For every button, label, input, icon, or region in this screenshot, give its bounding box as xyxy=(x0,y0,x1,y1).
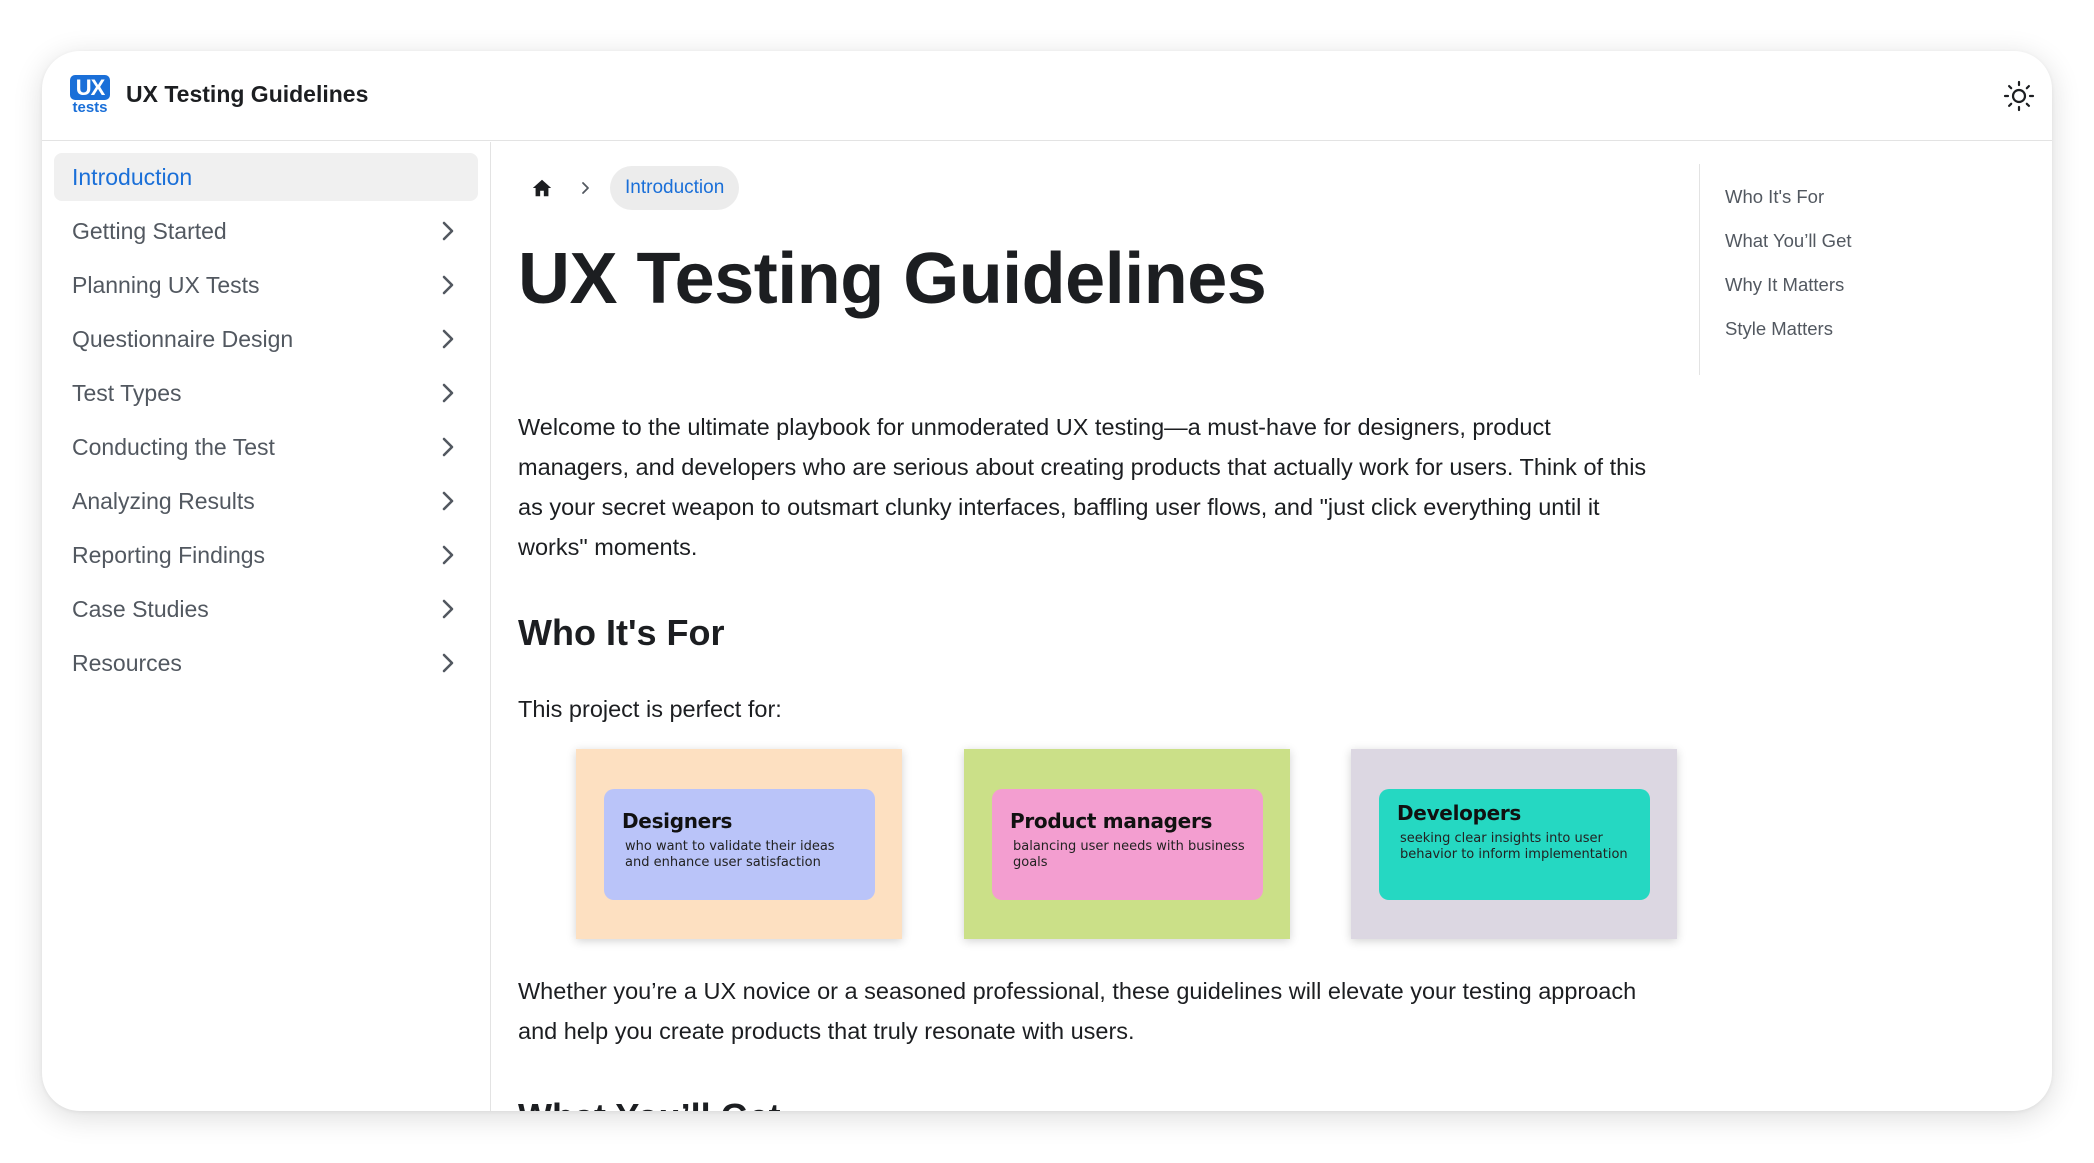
sidebar-item-label: Conducting the Test xyxy=(72,433,275,460)
card-title: Product managers xyxy=(1010,809,1213,833)
sidebar-item-introduction[interactable]: Introduction xyxy=(54,153,478,201)
sidebar-item-analyzing-results[interactable]: Analyzing Results xyxy=(54,477,478,525)
home-icon[interactable] xyxy=(524,170,560,206)
chevron-right-icon[interactable] xyxy=(436,435,460,459)
section-lead: This project is perfect for: xyxy=(518,696,782,722)
card-description: balancing user needs with business goals xyxy=(1013,839,1245,870)
toc-item-style-matters[interactable]: Style Matters xyxy=(1725,319,2029,363)
theme-toggle-button[interactable] xyxy=(2000,77,2038,115)
sidebar-item-label: Planning UX Tests xyxy=(72,271,260,298)
logo-subtext: tests xyxy=(72,99,108,116)
toc-item-what-youll-get[interactable]: What You’ll Get xyxy=(1725,231,2029,275)
audience-cards: Designers who want to validate their ide… xyxy=(516,745,1691,945)
sidebar-item-reporting-findings[interactable]: Reporting Findings xyxy=(54,531,478,579)
sidebar-item-questionnaire-design[interactable]: Questionnaire Design xyxy=(54,315,478,363)
card-description: who want to validate their ideas and enh… xyxy=(625,839,835,870)
section-heading-what-youll-get: What You’ll Get xyxy=(518,1096,781,1111)
card-description: seeking clear insights into user behavio… xyxy=(1400,831,1628,862)
chevron-right-icon[interactable] xyxy=(436,273,460,297)
navbar: UX tests UX Testing Guidelines xyxy=(42,51,2052,141)
closing-paragraph: Whether you’re a UX novice or a seasoned… xyxy=(518,978,1637,1044)
audience-card-developers: Developers seeking clear insights into u… xyxy=(1351,749,1677,939)
sidebar-item-test-types[interactable]: Test Types xyxy=(54,369,478,417)
sidebar-item-getting-started[interactable]: Getting Started xyxy=(54,207,478,255)
audience-card-product-managers: Product managers balancing user needs wi… xyxy=(964,749,1290,939)
main-content: Introduction UX Testing Guidelines Welco… xyxy=(516,142,1691,1111)
chevron-right-icon[interactable] xyxy=(436,327,460,351)
sidebar-item-planning-ux-tests[interactable]: Planning UX Tests xyxy=(54,261,478,309)
sidebar: Introduction Getting Started Planning UX… xyxy=(42,142,491,1111)
sidebar-item-label: Introduction xyxy=(72,163,193,190)
sidebar-item-case-studies[interactable]: Case Studies xyxy=(54,585,478,633)
sidebar-item-label: Reporting Findings xyxy=(72,541,266,568)
toc-item-why-it-matters[interactable]: Why It Matters xyxy=(1725,275,2029,319)
intro-paragraph: Welcome to the ultimate playbook for unm… xyxy=(518,414,1647,560)
card-title: Designers xyxy=(622,809,733,833)
sidebar-item-label: Resources xyxy=(72,649,182,676)
audience-card-label: Developers seeking clear insights into u… xyxy=(1379,789,1650,900)
chevron-right-icon[interactable] xyxy=(436,489,460,513)
sidebar-item-label: Test Types xyxy=(72,379,182,406)
chevron-right-icon xyxy=(574,176,598,200)
card-title: Developers xyxy=(1397,801,1522,825)
sidebar-item-label: Case Studies xyxy=(72,595,209,622)
sidebar-item-label: Getting Started xyxy=(72,217,227,244)
sidebar-item-resources[interactable]: Resources xyxy=(54,639,478,687)
breadcrumb-current[interactable]: Introduction xyxy=(610,166,740,210)
sun-icon xyxy=(2003,80,2035,112)
chevron-right-icon[interactable] xyxy=(436,543,460,567)
app-window: UX tests UX Testing Guidelines Introduct… xyxy=(42,51,2052,1111)
logo-mark: UX xyxy=(70,75,110,100)
sidebar-item-label: Questionnaire Design xyxy=(72,325,294,352)
site-logo[interactable]: UX tests xyxy=(70,75,110,119)
sidebar-item-label: Analyzing Results xyxy=(72,487,255,514)
table-of-contents: Who It's For What You’ll Get Why It Matt… xyxy=(1699,164,2029,375)
site-title[interactable]: UX Testing Guidelines xyxy=(126,81,368,108)
chevron-right-icon[interactable] xyxy=(436,597,460,621)
chevron-right-icon[interactable] xyxy=(436,651,460,675)
page-title: UX Testing Guidelines xyxy=(518,239,1267,319)
section-heading-who-its-for: Who It's For xyxy=(518,612,725,653)
audience-card-label: Designers who want to validate their ide… xyxy=(604,789,875,900)
sidebar-item-conducting-the-test[interactable]: Conducting the Test xyxy=(54,423,478,471)
audience-card-designers: Designers who want to validate their ide… xyxy=(576,749,902,939)
toc-item-who-its-for[interactable]: Who It's For xyxy=(1725,187,2029,231)
audience-card-label: Product managers balancing user needs wi… xyxy=(992,789,1263,900)
chevron-right-icon[interactable] xyxy=(436,381,460,405)
breadcrumb: Introduction xyxy=(516,166,740,210)
chevron-right-icon[interactable] xyxy=(436,219,460,243)
